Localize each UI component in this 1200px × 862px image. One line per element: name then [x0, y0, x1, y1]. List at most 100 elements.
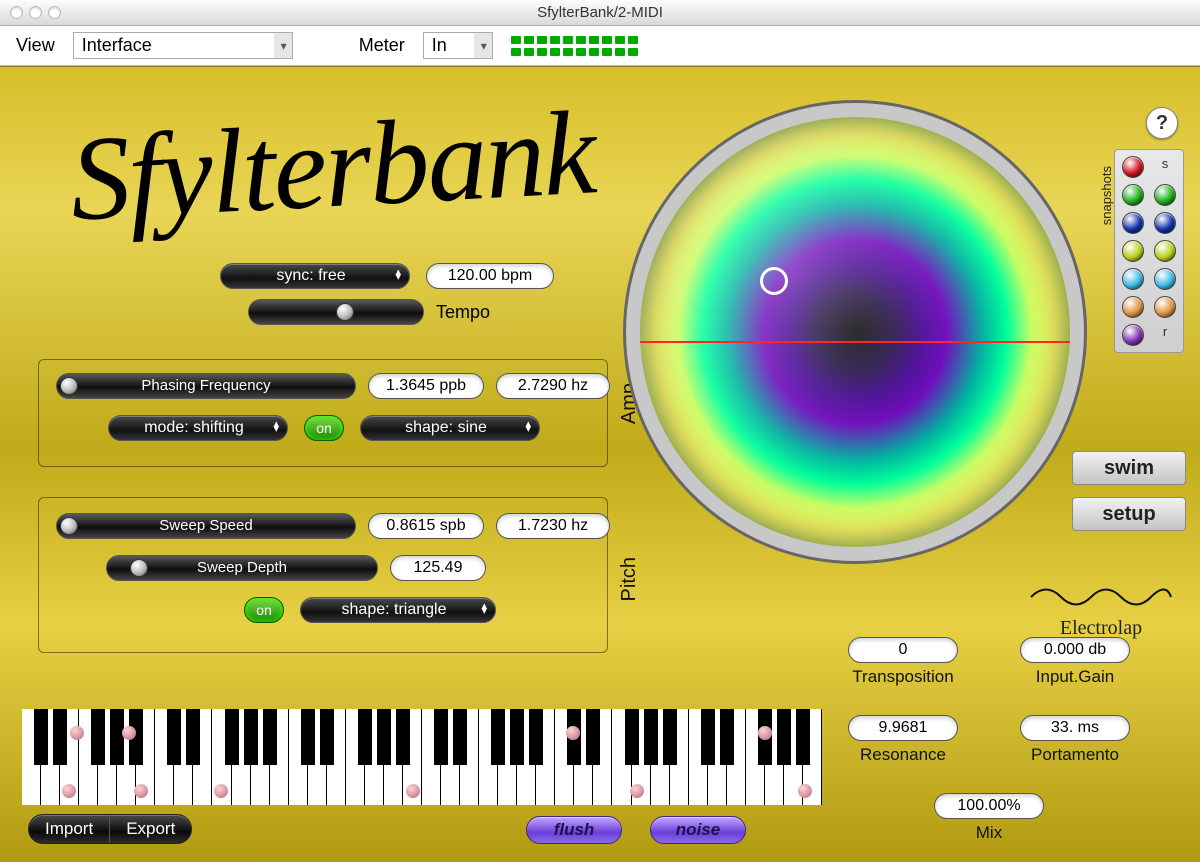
- transposition-value[interactable]: 0: [848, 637, 958, 663]
- black-key[interactable]: [434, 709, 448, 765]
- setup-button[interactable]: setup: [1072, 497, 1186, 531]
- inputgain-value[interactable]: 0.000 db: [1020, 637, 1130, 663]
- view-label: View: [16, 35, 55, 56]
- snapshot-7a[interactable]: [1122, 324, 1144, 346]
- slider-thumb[interactable]: [336, 303, 354, 321]
- portamento-label: Portamento: [1020, 745, 1130, 765]
- black-key[interactable]: [244, 709, 258, 765]
- black-key[interactable]: [320, 709, 334, 765]
- snapshot-4b[interactable]: [1154, 240, 1176, 262]
- view-dropdown[interactable]: Interface: [73, 32, 293, 59]
- black-key[interactable]: [777, 709, 791, 765]
- pitch-on-button[interactable]: on: [244, 597, 284, 623]
- black-key[interactable]: [53, 709, 67, 765]
- wheel-cursor[interactable]: [760, 267, 788, 295]
- flush-button[interactable]: flush: [526, 816, 622, 844]
- plugin-body: Sfylterbank sync: free 120.00 bpm Tempo …: [0, 66, 1200, 862]
- snapshot-6b[interactable]: [1154, 296, 1176, 318]
- black-key[interactable]: [377, 709, 391, 765]
- phasing-slider[interactable]: Phasing Frequency: [56, 373, 356, 399]
- phasing-hz[interactable]: 2.7290 hz: [496, 373, 610, 399]
- resonance-value[interactable]: 9.9681: [848, 715, 958, 741]
- toolbar: View Interface Meter In: [0, 26, 1200, 66]
- amp-label: Amp: [618, 383, 641, 424]
- black-key[interactable]: [644, 709, 658, 765]
- sweep-speed-slider[interactable]: Sweep Speed: [56, 513, 356, 539]
- inputgain-label: Input.Gain: [1020, 667, 1130, 687]
- key-marker: [214, 784, 228, 798]
- resonance-label: Resonance: [848, 745, 958, 765]
- manufacturer-logo: Electrolap: [1026, 577, 1176, 640]
- transposition-label: Transposition: [848, 667, 958, 687]
- key-marker: [798, 784, 812, 798]
- snapshot-2a[interactable]: [1122, 184, 1144, 206]
- black-key[interactable]: [529, 709, 543, 765]
- phasing-ppb[interactable]: 1.3645 ppb: [368, 373, 484, 399]
- meter-leds: [511, 36, 638, 56]
- mix-label: Mix: [934, 823, 1044, 843]
- noise-button[interactable]: noise: [650, 816, 746, 844]
- snapshot-5b[interactable]: [1154, 268, 1176, 290]
- snapshot-3b[interactable]: [1154, 212, 1176, 234]
- black-key[interactable]: [358, 709, 372, 765]
- sweep-depth-slider[interactable]: Sweep Depth: [106, 555, 378, 581]
- mix-value[interactable]: 100.00%: [934, 793, 1044, 819]
- black-key[interactable]: [110, 709, 124, 765]
- sweep-hz[interactable]: 1.7230 hz: [496, 513, 610, 539]
- snapshots-panel: s r: [1114, 149, 1184, 353]
- black-key[interactable]: [167, 709, 181, 765]
- import-button[interactable]: Import: [29, 815, 110, 843]
- black-key[interactable]: [91, 709, 105, 765]
- bpm-display[interactable]: 120.00 bpm: [426, 263, 554, 289]
- portamento-value[interactable]: 33. ms: [1020, 715, 1130, 741]
- sweep-depth-value[interactable]: 125.49: [390, 555, 486, 581]
- black-key[interactable]: [34, 709, 48, 765]
- mode-select[interactable]: mode: shifting: [108, 415, 288, 441]
- phasing-label: Phasing Frequency: [57, 377, 355, 394]
- black-key[interactable]: [263, 709, 277, 765]
- tempo-label: Tempo: [436, 302, 490, 323]
- help-button[interactable]: ?: [1146, 107, 1178, 139]
- amp-shape-select[interactable]: shape: sine: [360, 415, 540, 441]
- swim-button[interactable]: swim: [1072, 451, 1186, 485]
- black-key[interactable]: [796, 709, 810, 765]
- black-key[interactable]: [586, 709, 600, 765]
- logo: Sfylterbank: [67, 83, 598, 248]
- black-key[interactable]: [491, 709, 505, 765]
- snapshot-2b[interactable]: [1154, 184, 1176, 206]
- black-key[interactable]: [396, 709, 410, 765]
- amp-on-button[interactable]: on: [304, 415, 344, 441]
- black-key[interactable]: [186, 709, 200, 765]
- black-key[interactable]: [701, 709, 715, 765]
- black-key[interactable]: [510, 709, 524, 765]
- meter-value: In: [432, 35, 447, 56]
- color-wheel[interactable]: [640, 117, 1070, 547]
- snapshot-s-label: s: [1162, 156, 1169, 178]
- meter-dropdown[interactable]: In: [423, 32, 493, 59]
- pitch-label: Pitch: [618, 557, 641, 601]
- snapshot-1a[interactable]: [1122, 156, 1144, 178]
- sweep-spb[interactable]: 0.8615 spb: [368, 513, 484, 539]
- key-marker: [406, 784, 420, 798]
- sweep-depth-label: Sweep Depth: [107, 559, 377, 576]
- black-key[interactable]: [453, 709, 467, 765]
- mini-keyboard[interactable]: /*placeholder for structure; actual keys…: [22, 709, 822, 805]
- black-key[interactable]: [301, 709, 315, 765]
- snapshot-6a[interactable]: [1122, 296, 1144, 318]
- window-title: SfylterBank/2-MIDI: [0, 4, 1200, 21]
- snapshot-4a[interactable]: [1122, 240, 1144, 262]
- key-marker: [62, 784, 76, 798]
- pitch-shape-select[interactable]: shape: triangle: [300, 597, 496, 623]
- black-key[interactable]: [663, 709, 677, 765]
- snapshot-5a[interactable]: [1122, 268, 1144, 290]
- export-button[interactable]: Export: [110, 815, 191, 843]
- black-key[interactable]: [720, 709, 734, 765]
- import-export[interactable]: Import Export: [28, 814, 192, 844]
- sync-select[interactable]: sync: free: [220, 263, 410, 289]
- titlebar: SfylterBank/2-MIDI: [0, 0, 1200, 26]
- key-marker: [630, 784, 644, 798]
- snapshot-3a[interactable]: [1122, 212, 1144, 234]
- tempo-slider[interactable]: [248, 299, 424, 325]
- black-key[interactable]: [625, 709, 639, 765]
- black-key[interactable]: [225, 709, 239, 765]
